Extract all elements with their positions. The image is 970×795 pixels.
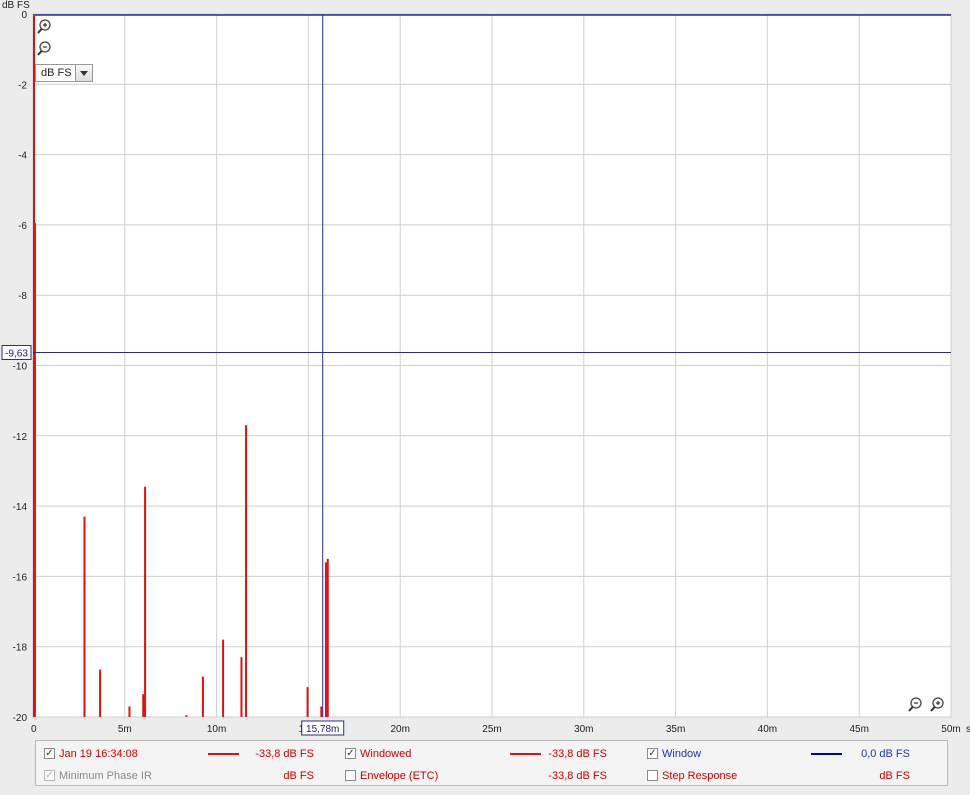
legend-value: 0,0 dB FS — [861, 748, 910, 760]
legend-label: Step Response — [662, 770, 738, 782]
x-tick-label: 10m — [207, 724, 226, 735]
legend-label: Windowed — [360, 748, 412, 760]
y-axis-unit-label: dB FS — [2, 0, 30, 11]
y-tick-label: -12 — [13, 432, 28, 443]
cursor-x-readout: 15,78m — [306, 724, 339, 735]
zoom-out-vertical-icon[interactable] — [37, 40, 55, 58]
legend-item-windowed[interactable]: ✓ Windowed -33,8 dB FS — [345, 747, 645, 763]
y-tick-label: -20 — [13, 713, 28, 724]
legend-checkbox-window[interactable]: ✓ — [647, 748, 658, 759]
units-select[interactable]: dB FS — [35, 64, 93, 82]
legend-checkbox-step-response[interactable] — [647, 770, 658, 781]
x-tick-label: 5m — [118, 724, 132, 735]
legend-value: -33,8 dB FS — [548, 748, 607, 760]
legend-value: dB FS — [879, 770, 910, 782]
legend-label: Window — [662, 748, 702, 760]
y-tick-label: -8 — [18, 291, 27, 302]
legend-item-window[interactable]: ✓ Window 0,0 dB FS — [647, 747, 947, 763]
x-tick-label: 50m — [941, 724, 960, 735]
y-axis: 0 -2 -4 -6 -8 -10 -12 -14 -16 -18 -20 — [13, 10, 28, 724]
x-tick-label: 40m — [758, 724, 777, 735]
zoom-in-vertical-icon[interactable] — [37, 18, 55, 36]
x-tick-label: 35m — [666, 724, 685, 735]
legend-item-step-response[interactable]: Step Response dB FS — [647, 769, 947, 785]
x-tick-label: 20m — [390, 724, 409, 735]
y-tick-label: 0 — [21, 10, 27, 21]
x-tick-label: 45m — [849, 724, 868, 735]
y-tick-label: -16 — [13, 572, 28, 583]
cursor-y-readout: -9,63 — [5, 348, 28, 359]
x-axis: 05m10m15m20m25m30m35m40m45m50ms — [31, 724, 970, 735]
legend-value: dB FS — [283, 770, 314, 782]
legend-checkbox-measurement[interactable]: ✓ — [44, 748, 55, 759]
x-tick-label: 30m — [574, 724, 593, 735]
legend-value: -33,8 dB FS — [548, 770, 607, 782]
legend-item-measurement[interactable]: ✓ Jan 19 16:34:08 -33,8 dB FS — [44, 747, 344, 763]
y-tick-label: -18 — [13, 643, 28, 654]
x-tick-label: 0 — [31, 724, 37, 735]
legend-item-minimum-phase[interactable]: ✓ Minimum Phase IR dB FS — [44, 769, 344, 785]
legend-label: Jan 19 16:34:08 — [59, 748, 138, 760]
y-tick-label: -10 — [13, 362, 28, 373]
units-select-value: dB FS — [41, 67, 72, 79]
chart[interactable]: 0-2-4-6-8-10-12-14-16-18-20 05m10m15m20m… — [0, 0, 970, 740]
x-axis-unit-label: s — [966, 724, 970, 735]
legend: ✓ Jan 19 16:34:08 -33,8 dB FS ✓ Windowed… — [35, 740, 948, 786]
legend-checkbox-envelope[interactable] — [345, 770, 356, 781]
y-tick-label: -14 — [13, 502, 28, 513]
legend-label: Envelope (ETC) — [360, 770, 439, 782]
zoom-in-horizontal-icon[interactable] — [928, 696, 946, 714]
legend-checkbox-minimum-phase[interactable]: ✓ — [44, 770, 55, 781]
y-tick-label: -6 — [18, 221, 27, 232]
legend-label: Minimum Phase IR — [59, 770, 152, 782]
legend-value: -33,8 dB FS — [255, 748, 314, 760]
chevron-down-icon[interactable] — [75, 65, 92, 81]
y-tick-label: -2 — [18, 80, 27, 91]
x-tick-label: 25m — [482, 724, 501, 735]
legend-checkbox-windowed[interactable]: ✓ — [345, 748, 356, 759]
legend-item-envelope[interactable]: Envelope (ETC) -33,8 dB FS — [345, 769, 645, 785]
y-tick-label: -4 — [18, 151, 27, 162]
zoom-out-horizontal-icon[interactable] — [906, 696, 924, 714]
